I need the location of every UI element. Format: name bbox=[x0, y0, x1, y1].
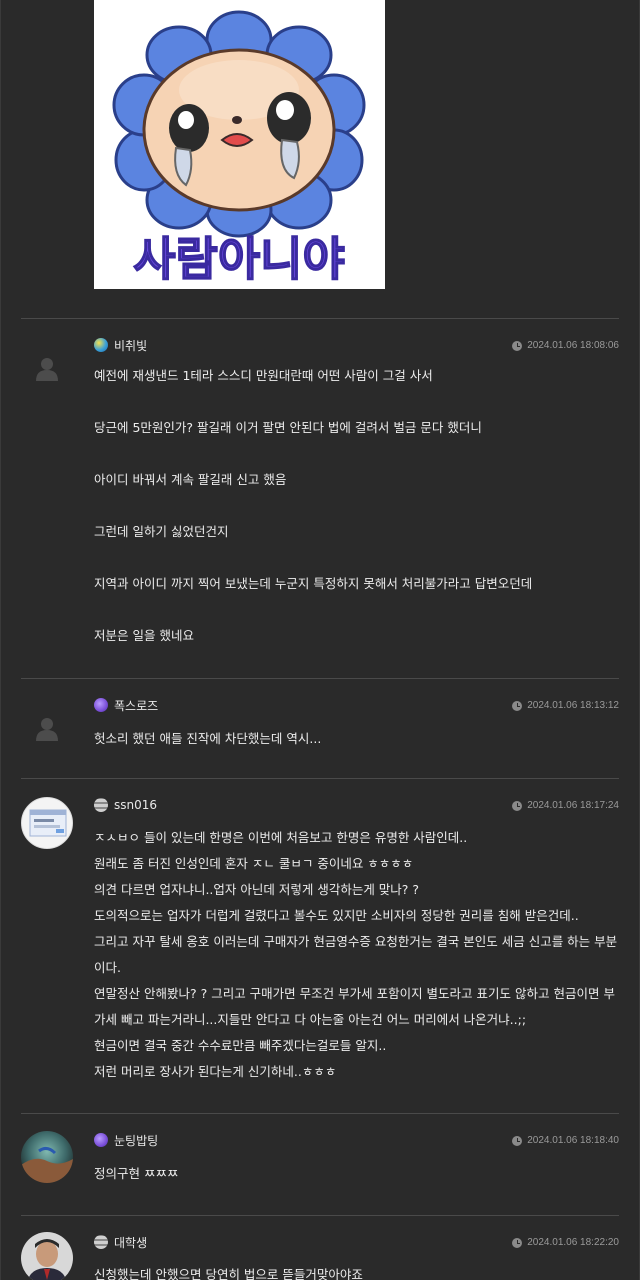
user-avatar[interactable] bbox=[21, 1131, 73, 1183]
user-avatar[interactable] bbox=[21, 797, 73, 849]
level-badge-icon bbox=[94, 1235, 108, 1249]
comment-line: 연말정산 안해봤나? ? 그리고 구매가면 무조건 부가세 포함이지 별도라고 … bbox=[94, 986, 615, 1027]
comment-author[interactable]: 눈팅밥팅 bbox=[94, 1131, 158, 1149]
comment-line: 아이디 바꿔서 계속 팔길래 신고 했음 bbox=[94, 472, 287, 487]
comment-item: 폭스로즈 2024.01.06 18:13:12 헛소리 했던 애들 진작에 차… bbox=[21, 678, 619, 779]
nickname[interactable]: ssn016 bbox=[114, 798, 157, 812]
sticker-caption: 사람아니야 bbox=[133, 232, 345, 286]
comment-timestamp: 2024.01.06 18:17:24 bbox=[512, 800, 619, 811]
clock-icon bbox=[512, 800, 523, 811]
comment-timestamp: 2024.01.06 18:08:06 bbox=[512, 340, 619, 351]
comment-body: 헛소리 했던 애들 진작에 차단했는데 역시... bbox=[94, 728, 619, 747]
comment-line: 저런 머리로 장사가 된다는게 신기하네..ㅎㅎㅎ bbox=[94, 1064, 337, 1079]
comment-timestamp: 2024.01.06 18:18:40 bbox=[512, 1135, 619, 1146]
comment-item: 비취빛 2024.01.06 18:08:06 예전에 재생낸드 1테라 스스디… bbox=[21, 318, 619, 679]
timestamp-text: 2024.01.06 18:22:20 bbox=[527, 1237, 619, 1248]
clock-icon bbox=[512, 340, 523, 351]
timestamp-text: 2024.01.06 18:13:12 bbox=[527, 700, 619, 711]
comment-line: 당근에 5만원인가? 팔길래 이거 팔면 안된다 법에 걸려서 벌금 문다 했더… bbox=[94, 420, 482, 435]
comment-timestamp: 2024.01.06 18:22:20 bbox=[512, 1237, 619, 1248]
comment-page: 사람아니야 비취빛 2024.01.06 18:08:06 예전에 재생낸드 1… bbox=[0, 0, 640, 1280]
comment-line: 지역과 아이디 까지 찍어 보냈는데 누군지 특정하지 못해서 처리불가라고 답… bbox=[94, 576, 533, 591]
default-avatar-icon[interactable] bbox=[21, 703, 73, 755]
user-avatar[interactable] bbox=[21, 1232, 73, 1280]
comment-line: 신청했는데 안했으면 당연히 법으로 뜯들거맞아야죠 bbox=[94, 1267, 363, 1280]
comment-author[interactable]: ssn016 bbox=[94, 796, 157, 814]
level-badge-icon bbox=[94, 798, 108, 812]
comment-body: 신청했는데 안했으면 당연히 법으로 뜯들거맞아야죠 bbox=[94, 1264, 619, 1280]
timestamp-text: 2024.01.06 18:18:40 bbox=[527, 1135, 619, 1146]
comment-line: 도의적으로는 업자가 더럽게 걸렸다고 볼수도 있지만 소비자의 정당한 권리를… bbox=[94, 908, 579, 923]
comment-line: 그리고 자꾸 탈세 옹호 이러는데 구매자가 현금영수증 요청한거는 결국 본인… bbox=[94, 934, 618, 975]
crying-sunflower-sticker: 사람아니야 bbox=[94, 0, 385, 289]
comment-line: ㅈㅅㅂㅇ 들이 있는데 한명은 이번에 처음보고 한명은 유명한 사람인데.. bbox=[94, 830, 468, 845]
timestamp-text: 2024.01.06 18:17:24 bbox=[527, 800, 619, 811]
comment-line: 헛소리 했던 애들 진작에 차단했는데 역시... bbox=[94, 731, 322, 746]
comment-author[interactable]: 비취빛 bbox=[94, 336, 147, 354]
comment-line: 정의구현 ㅉㅉㅉ bbox=[94, 1166, 179, 1181]
clock-icon bbox=[512, 700, 523, 711]
comment-line: 현금이면 결국 중간 수수료만큼 빼주겠다는걸로들 알지.. bbox=[94, 1038, 387, 1053]
comment-author[interactable]: 폭스로즈 bbox=[94, 696, 158, 714]
comment-timestamp: 2024.01.06 18:13:12 bbox=[512, 700, 619, 711]
level-badge-icon bbox=[94, 698, 108, 712]
level-badge-icon bbox=[94, 1133, 108, 1147]
nickname[interactable]: 대학생 bbox=[114, 1234, 147, 1251]
person-photo-icon bbox=[21, 1232, 73, 1280]
comment-line: 의견 다르면 업자냐니..업자 아닌데 저렇게 생각하는게 맞나? ? bbox=[94, 882, 420, 897]
comment-line: 원래도 좀 터진 인성인데 혼자 ㅈㄴ 쿨ㅂㄱ 중이네요 ㅎㅎㅎㅎ bbox=[94, 856, 414, 871]
timestamp-text: 2024.01.06 18:08:06 bbox=[527, 340, 619, 351]
clock-icon bbox=[512, 1135, 523, 1146]
nickname[interactable]: 눈팅밥팅 bbox=[114, 1132, 158, 1149]
comment-body: ㅈㅅㅂㅇ 들이 있는데 한명은 이번에 처음보고 한명은 유명한 사람인데.. … bbox=[94, 825, 619, 1085]
window-screenshot-icon bbox=[29, 809, 67, 837]
comment-body: 예전에 재생낸드 1테라 스스디 만원대란때 어떤 사람이 그걸 사서 당근에 … bbox=[94, 367, 619, 679]
landscape-photo-icon bbox=[21, 1131, 73, 1183]
comment-line: 저분은 일을 했네요 bbox=[94, 628, 194, 643]
comment-author[interactable]: 대학생 bbox=[94, 1233, 147, 1251]
default-avatar-icon[interactable] bbox=[21, 343, 73, 395]
comment-item: 대학생 2024.01.06 18:22:20 신청했는데 안했으면 당연히 법… bbox=[21, 1215, 619, 1280]
nickname[interactable]: 비취빛 bbox=[114, 337, 147, 354]
comment-item: 눈팅밥팅 2024.01.06 18:18:40 정의구현 ㅉㅉㅉ bbox=[21, 1113, 619, 1216]
comment-body: 정의구현 ㅉㅉㅉ bbox=[94, 1163, 619, 1182]
level-badge-icon bbox=[94, 338, 108, 352]
clock-icon bbox=[512, 1237, 523, 1248]
comment-line: 예전에 재생낸드 1테라 스스디 만원대란때 어떤 사람이 그걸 사서 bbox=[94, 368, 433, 383]
comment-item: ssn016 2024.01.06 18:17:24 ㅈㅅㅂㅇ 들이 있는데 한… bbox=[21, 778, 619, 1114]
comment-line: 그런데 일하기 싫었던건지 bbox=[94, 524, 229, 539]
nickname[interactable]: 폭스로즈 bbox=[114, 697, 158, 714]
